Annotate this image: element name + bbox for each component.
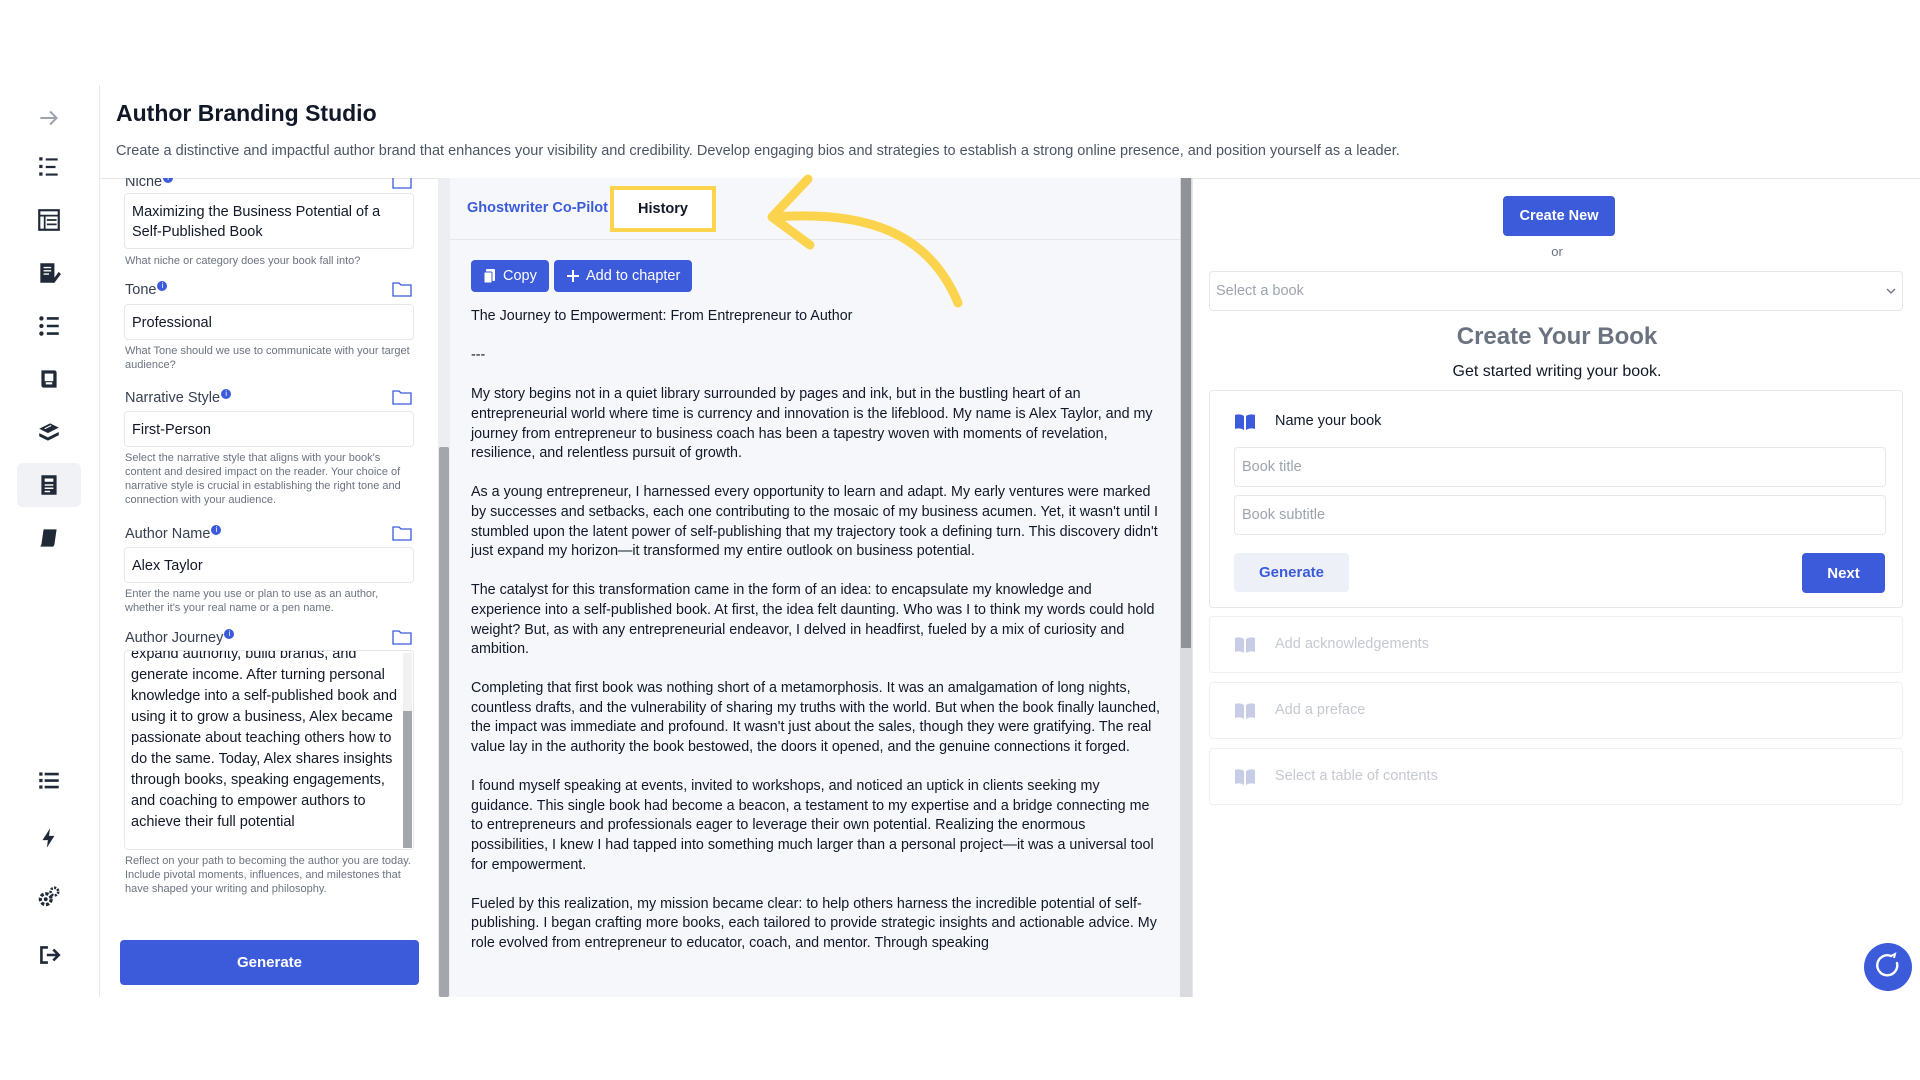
- book-reader-icon[interactable]: [17, 357, 81, 401]
- form-scrollbar-thumb[interactable]: [439, 447, 449, 997]
- info-icon[interactable]: i: [157, 281, 168, 291]
- book-subtitle-input[interactable]: Book subtitle: [1234, 495, 1886, 535]
- narrative-style-label: Narrative Style i: [125, 389, 232, 406]
- folder-icon[interactable]: [392, 389, 412, 405]
- closed-book-icon[interactable]: [17, 516, 81, 560]
- book-select-value: Select a book: [1216, 283, 1304, 299]
- books-stack-icon[interactable]: [17, 410, 81, 454]
- page-title: Author Branding Studio: [116, 100, 377, 126]
- author-journey-help: Reflect on your path to becoming the aut…: [125, 855, 411, 895]
- add-to-chapter-label: Add to chapter: [586, 268, 681, 284]
- story-separator: ---: [471, 347, 486, 364]
- author-name-field[interactable]: Alex Taylor: [124, 547, 414, 583]
- branding-form-panel: Nichei Maximizing the Business Potential…: [100, 178, 440, 997]
- logout-icon[interactable]: [17, 933, 81, 977]
- generated-story: The Journey to Empowerment: From Entrepr…: [471, 307, 1161, 973]
- step-label: Add acknowledgements: [1275, 636, 1429, 652]
- narrative-style-help: Select the narrative style that aligns w…: [125, 452, 401, 506]
- sidebar: [0, 85, 100, 997]
- book-select[interactable]: Select a book: [1209, 271, 1903, 311]
- author-journey-label: Author Journey i: [125, 629, 235, 646]
- niche-help: What niche or category does your book fa…: [125, 255, 361, 267]
- name-book-heading: Name your book: [1275, 413, 1382, 429]
- checklist-icon[interactable]: [17, 304, 81, 348]
- narrative-style-field[interactable]: First-Person: [124, 411, 414, 447]
- niche-label: Nichei: [125, 178, 174, 190]
- story-paragraph: My story begins not in a quiet library s…: [471, 386, 1153, 462]
- info-icon[interactable]: i: [211, 525, 222, 535]
- open-book-icon: [1235, 769, 1255, 785]
- copy-icon: [483, 269, 495, 284]
- story-paragraph: Fueled by this realization, my mission b…: [471, 895, 1157, 951]
- step-preface[interactable]: Add a preface: [1209, 682, 1903, 739]
- numbered-list-icon[interactable]: [17, 145, 81, 189]
- folder-icon[interactable]: [392, 178, 412, 189]
- author-journey-text: expand authority, build brands, and gene…: [131, 650, 398, 830]
- open-book-icon: [1235, 414, 1255, 430]
- author-journey-textarea[interactable]: expand authority, build brands, and gene…: [124, 650, 414, 850]
- lightning-icon[interactable]: [17, 816, 81, 860]
- story-paragraph: As a young entrepreneur, I harnessed eve…: [471, 484, 1158, 560]
- page-description: Create a distinctive and impactful autho…: [116, 143, 1400, 159]
- copy-button[interactable]: Copy: [471, 260, 549, 292]
- open-book-icon: [1235, 703, 1255, 719]
- step-acknowledgements[interactable]: Add acknowledgements: [1209, 616, 1903, 673]
- info-icon[interactable]: i: [221, 389, 232, 399]
- folder-icon[interactable]: [392, 525, 412, 541]
- add-to-chapter-button[interactable]: Add to chapter: [554, 260, 693, 292]
- collapse-arrow-icon[interactable]: [17, 96, 81, 140]
- create-book-subtitle: Get started writing your book.: [1452, 363, 1662, 380]
- book-builder-panel: Create New or Select a book Create Your …: [1192, 178, 1920, 997]
- step-label: Add a preface: [1275, 702, 1366, 718]
- open-book-icon: [1235, 637, 1255, 653]
- info-icon[interactable]: i: [163, 178, 174, 183]
- plus-icon: [567, 270, 579, 282]
- table-layout-icon[interactable]: [17, 198, 81, 242]
- story-paragraph: The catalyst for this transformation cam…: [471, 582, 1155, 658]
- or-divider: or: [1551, 244, 1563, 259]
- book-title-input[interactable]: Book title: [1234, 447, 1886, 487]
- step-table-of-contents[interactable]: Select a table of contents: [1209, 748, 1903, 805]
- generate-title-button[interactable]: Generate: [1234, 553, 1349, 592]
- story-scrollbar-thumb[interactable]: [1181, 178, 1191, 648]
- author-branding-icon[interactable]: [17, 463, 81, 507]
- create-new-button[interactable]: Create New: [1503, 196, 1615, 236]
- author-name-help: Enter the name you use or plan to use as…: [125, 588, 379, 614]
- chevron-down-icon: [1886, 288, 1896, 294]
- notebook-edit-icon[interactable]: [17, 251, 81, 295]
- settings-gears-icon[interactable]: [17, 875, 81, 919]
- tone-field[interactable]: Professional: [124, 304, 414, 340]
- tab-ghostwriter-copilot[interactable]: Ghostwriter Co-Pilot: [467, 200, 608, 216]
- create-book-title: Create Your Book: [1456, 323, 1658, 350]
- help-chat-button[interactable]: [1864, 943, 1912, 991]
- author-name-label: Author Name i: [125, 525, 222, 542]
- niche-field[interactable]: Maximizing the Business Potential of a S…: [124, 193, 414, 249]
- list-icon[interactable]: [17, 758, 81, 802]
- next-button[interactable]: Next: [1802, 553, 1885, 593]
- copy-label: Copy: [503, 268, 537, 284]
- folder-icon[interactable]: [392, 281, 412, 297]
- tab-history[interactable]: History: [610, 186, 716, 232]
- story-paragraph: I found myself speaking at events, invit…: [471, 778, 1154, 873]
- folder-icon[interactable]: [392, 629, 412, 645]
- step-label: Select a table of contents: [1275, 768, 1438, 784]
- generate-bio-button[interactable]: Generate: [120, 940, 419, 985]
- annotation-arrow-icon: [767, 174, 963, 308]
- tone-help: What Tone should we use to communicate w…: [125, 345, 410, 371]
- info-icon[interactable]: i: [224, 629, 235, 639]
- textarea-scrollbar-thumb[interactable]: [403, 711, 412, 848]
- tone-label: Tone i: [125, 281, 168, 298]
- story-paragraph: Completing that first book was nothing s…: [471, 680, 1161, 756]
- name-book-card: Name your book Book title Book subtitle …: [1209, 390, 1903, 608]
- support-icon: [1876, 952, 1899, 977]
